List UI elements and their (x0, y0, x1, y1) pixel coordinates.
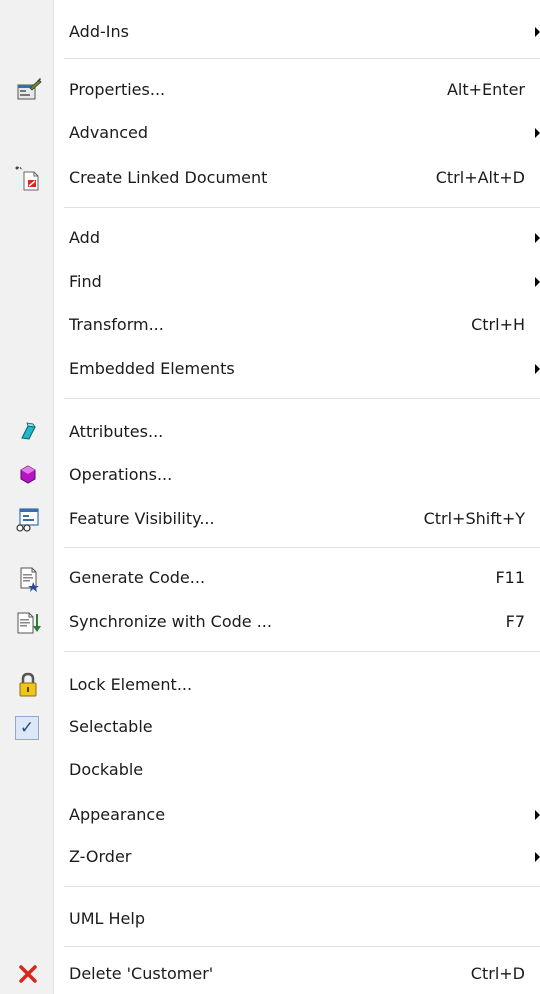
menu-item-add-ins[interactable]: Add-Ins (0, 12, 540, 52)
menu-item-shortcut: Ctrl+Shift+Y (423, 509, 525, 528)
checkmark-icon: ✓ (15, 716, 39, 740)
menu-item-label: Create Linked Document (69, 168, 268, 187)
attributes-icon (14, 418, 42, 446)
submenu-arrow-icon (535, 810, 540, 820)
menu-item-generate-code[interactable]: Generate Code... F11 (0, 558, 540, 598)
menu-separator (64, 651, 540, 653)
menu-item-label: Generate Code... (69, 568, 206, 587)
menu-item-label: Add-Ins (69, 22, 129, 41)
menu-item-dockable[interactable]: Dockable (0, 750, 540, 790)
menu-item-shortcut: Ctrl+D (470, 964, 525, 983)
menu-item-label: Embedded Elements (69, 359, 235, 378)
menu-item-create-linked-document[interactable]: Create Linked Document Ctrl+Alt+D (0, 158, 540, 198)
delete-icon (14, 960, 42, 988)
submenu-arrow-icon (535, 128, 540, 138)
linked-document-icon (14, 164, 42, 192)
menu-item-shortcut: F11 (495, 568, 525, 587)
menu-item-shortcut: Ctrl+H (471, 315, 525, 334)
lock-icon (14, 671, 42, 699)
menu-item-delete[interactable]: Delete 'Customer' Ctrl+D (0, 954, 540, 994)
menu-item-find[interactable]: Find (0, 262, 540, 302)
menu-item-z-order[interactable]: Z-Order (0, 837, 540, 877)
generate-code-icon (14, 564, 42, 592)
menu-item-advanced[interactable]: Advanced (0, 113, 540, 153)
menu-item-attributes[interactable]: Attributes... (0, 412, 540, 452)
menu-separator (64, 58, 540, 60)
submenu-arrow-icon (535, 27, 540, 37)
menu-item-embedded-elements[interactable]: Embedded Elements (0, 349, 540, 389)
menu-separator (64, 886, 540, 888)
menu-item-label: UML Help (69, 909, 145, 928)
menu-item-label: Transform... (69, 315, 164, 334)
menu-item-label: Properties... (69, 80, 166, 99)
properties-icon (14, 76, 42, 104)
synchronize-code-icon (14, 608, 42, 636)
menu-item-label: Dockable (69, 760, 144, 779)
menu-item-properties[interactable]: Properties... Alt+Enter (0, 70, 540, 110)
submenu-arrow-icon (535, 233, 540, 243)
menu-item-label: Z-Order (69, 847, 132, 866)
submenu-arrow-icon (535, 364, 540, 374)
menu-separator (64, 547, 540, 549)
menu-item-shortcut: F7 (505, 612, 525, 631)
menu-item-label: Delete 'Customer' (69, 964, 214, 983)
feature-visibility-icon (14, 505, 42, 533)
menu-item-label: Feature Visibility... (69, 509, 215, 528)
menu-item-selectable[interactable]: ✓ Selectable (0, 707, 540, 747)
menu-item-shortcut: Ctrl+Alt+D (435, 168, 525, 187)
menu-item-feature-visibility[interactable]: Feature Visibility... Ctrl+Shift+Y (0, 499, 540, 539)
context-menu: Add-Ins Properties... Alt+Enter Advanced (0, 0, 540, 994)
submenu-arrow-icon (535, 277, 540, 287)
menu-separator (64, 398, 540, 400)
menu-item-add[interactable]: Add (0, 218, 540, 258)
menu-item-synchronize-with-code[interactable]: Synchronize with Code ... F7 (0, 602, 540, 642)
menu-item-label: Attributes... (69, 422, 164, 441)
menu-item-label: Selectable (69, 717, 153, 736)
menu-item-shortcut: Alt+Enter (446, 80, 525, 99)
operations-icon (14, 461, 42, 489)
menu-item-label: Operations... (69, 465, 173, 484)
menu-item-operations[interactable]: Operations... (0, 455, 540, 495)
menu-item-label: Find (69, 272, 102, 291)
menu-item-transform[interactable]: Transform... Ctrl+H (0, 305, 540, 345)
menu-item-label: Lock Element... (69, 675, 193, 694)
menu-item-appearance[interactable]: Appearance (0, 795, 540, 835)
menu-separator (64, 946, 540, 948)
menu-item-label: Appearance (69, 805, 166, 824)
submenu-arrow-icon (535, 852, 540, 862)
menu-item-label: Synchronize with Code ... (69, 612, 272, 631)
menu-item-label: Advanced (69, 123, 149, 142)
menu-separator (64, 207, 540, 209)
menu-item-lock-element[interactable]: Lock Element... (0, 665, 540, 705)
menu-item-uml-help[interactable]: UML Help (0, 899, 540, 939)
menu-item-label: Add (69, 228, 100, 247)
